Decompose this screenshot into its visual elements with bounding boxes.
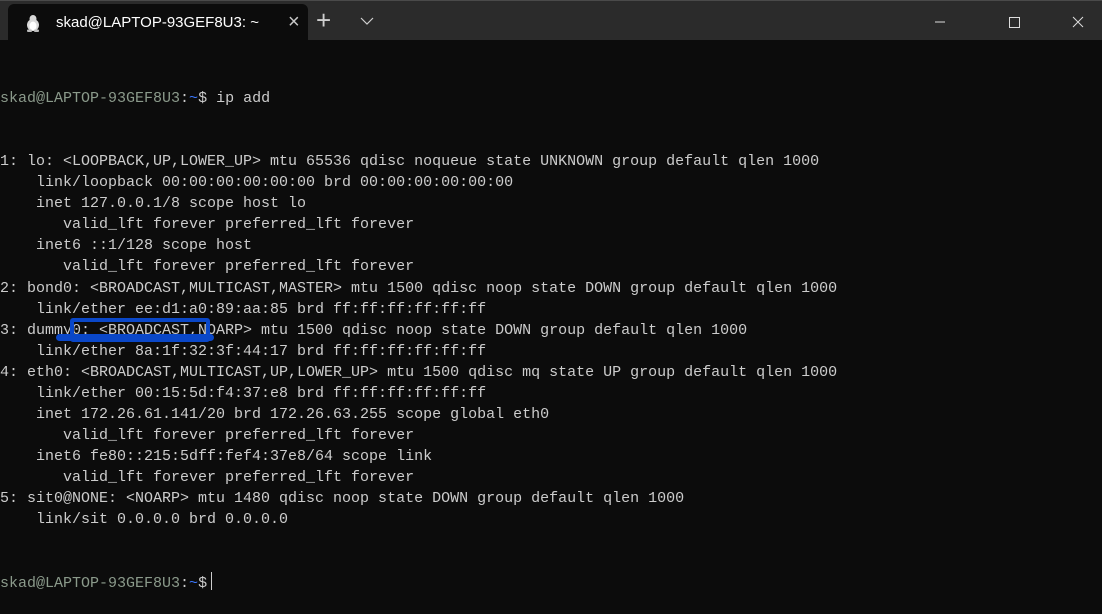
output-line: link/loopback 00:00:00:00:00:00 brd 00:0… (0, 174, 514, 192)
prompt-sep: : (180, 90, 190, 108)
prompt-user: skad@LAPTOP-93GEF8U3 (0, 575, 181, 593)
output-line: inet6 fe80::215:5dff:fef4:37e8/64 scope … (0, 447, 433, 465)
tab-terminal[interactable]: skad@LAPTOP-93GEF8U3: ~ × (8, 4, 308, 41)
output-line: 1: lo: <LOOPBACK,UP,LOWER_UP> mtu 65536 … (0, 153, 820, 171)
prompt-sep: : (180, 575, 190, 593)
tab-title: skad@LAPTOP-93GEF8U3: ~ (56, 14, 259, 31)
output-line: link/ether ee:d1:a0:89:aa:85 brd ff:ff:f… (0, 300, 487, 318)
current-prompt-line[interactable]: skad@LAPTOP-93GEF8U3:~$ (0, 572, 837, 593)
command-line: skad@LAPTOP-93GEF8U3:~$ ip add (0, 88, 837, 109)
output-line: 2: bond0: <BROADCAST,MULTICAST,MASTER> m… (0, 279, 838, 297)
text-cursor (211, 572, 213, 591)
terminal-output[interactable]: skad@LAPTOP-93GEF8U3:~$ ip add 1: lo: <L… (0, 46, 837, 614)
output-line: inet 127.0.0.1/8 scope host lo (0, 195, 307, 213)
output-line: valid_lft forever preferred_lft forever (0, 216, 415, 234)
command-text: ip add (207, 90, 271, 108)
output-line: inet6 ::1/128 scope host (0, 237, 253, 255)
prompt-symbol: $ (198, 575, 208, 593)
title-bar: skad@LAPTOP-93GEF8U3: ~ × + (0, 0, 1102, 41)
prompt-symbol: $ (198, 90, 208, 108)
close-window-button[interactable] (1055, 1, 1101, 41)
prompt-path: ~ (189, 575, 199, 593)
output-line: 5: sit0@NONE: <NOARP> mtu 1480 qdisc noo… (0, 489, 685, 507)
output-line: link/ether 8a:1f:32:3f:44:17 brd ff:ff:f… (0, 342, 487, 360)
prompt-user: skad@LAPTOP-93GEF8U3 (0, 90, 181, 108)
chevron-down-icon[interactable] (360, 14, 374, 28)
output-line: valid_lft forever preferred_lft forever (0, 258, 415, 276)
output-line: link/ether 00:15:5d:f4:37:e8 brd ff:ff:f… (0, 384, 487, 402)
output-line: valid_lft forever preferred_lft forever (0, 468, 415, 486)
minimize-button[interactable] (917, 1, 963, 41)
close-tab-icon[interactable]: × (288, 11, 300, 34)
output-line: link/sit 0.0.0.0 brd 0.0.0.0 (0, 511, 289, 529)
output-line: valid_lft forever preferred_lft forever (0, 426, 415, 444)
new-tab-button[interactable]: + (316, 5, 331, 36)
output-line: inet 172.26.61.141/20 brd 172.26.63.255 … (0, 405, 550, 423)
maximize-button[interactable] (991, 1, 1037, 41)
prompt-path: ~ (189, 90, 199, 108)
output-line: 3: dummy0: <BROADCAST,NOARP> mtu 1500 qd… (0, 321, 748, 339)
output-line: 4: eth0: <BROADCAST,MULTICAST,UP,LOWER_U… (0, 363, 838, 381)
linux-penguin-icon (27, 15, 39, 32)
